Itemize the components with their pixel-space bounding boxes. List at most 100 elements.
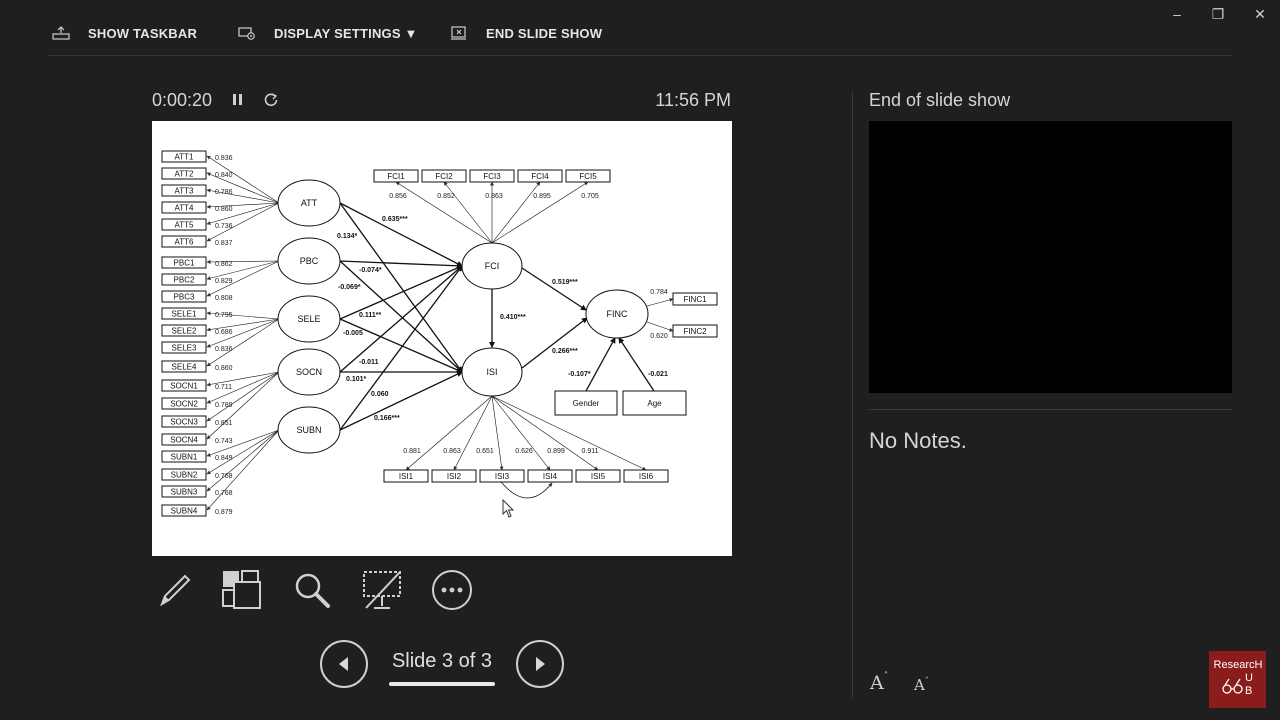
loading-value: 0.860 [215, 365, 233, 372]
show-taskbar-label: SHOW TASKBAR [88, 25, 198, 41]
end-slide-show-label: END SLIDE SHOW [486, 25, 603, 41]
fci-loading-value: 0.705 [581, 193, 599, 200]
isi-loading-value: 0.651 [476, 448, 494, 455]
coef-pbc-isi: -0.069* [338, 284, 361, 291]
elapsed-timer: 0:00:20 [152, 90, 212, 111]
elapsed-time: 0:00:20 [152, 90, 213, 110]
loading-value: 0.768 [215, 473, 233, 480]
loading-value: 0.851 [215, 420, 233, 427]
toolbar-divider [48, 55, 1232, 56]
construct-sele-label: SELE [297, 314, 320, 324]
construct-socn-label: SOCN [296, 367, 322, 377]
construct-fci-label: FCI [485, 261, 500, 271]
see-all-slides-button[interactable] [220, 568, 264, 612]
fci-loading-value: 0.895 [533, 193, 551, 200]
construct-pbc-label: PBC [300, 256, 319, 266]
indicator-att1-label: ATT1 [175, 153, 195, 162]
loading-value: 0.789 [215, 402, 233, 409]
notes-divider [869, 409, 1232, 410]
indicator-sele4-label: SELE4 [172, 363, 197, 372]
construct-finc-label: FINC [607, 309, 628, 319]
researchhub-logo: ResearcH U B [1209, 651, 1266, 708]
restart-icon [264, 93, 278, 107]
slide-counter-underline [389, 682, 495, 686]
loading-value: 0.736 [215, 223, 233, 230]
next-slide-preview[interactable] [869, 121, 1232, 393]
indicator-subn1-label: SUBN1 [171, 453, 198, 462]
taskbar-icon [52, 26, 70, 40]
increase-font-button[interactable]: A˄ [870, 672, 888, 694]
coef-pbc-fci: -0.074* [359, 267, 382, 274]
finc-loading-value: 0.620 [650, 333, 668, 340]
minimize-button[interactable]: – [1164, 4, 1190, 24]
loading-value: 0.862 [215, 261, 233, 268]
fci-loading-value: 0.856 [389, 193, 407, 200]
pen-tool-button[interactable] [152, 568, 196, 612]
triangle-right-icon [536, 657, 545, 671]
decrease-font-button[interactable]: A˅ [914, 676, 929, 694]
finc-loading-value: 0.784 [650, 289, 668, 296]
end-slide-show-button[interactable]: END SLIDE SHOW [450, 20, 602, 46]
indicator-sele1-label: SELE1 [172, 310, 197, 319]
coef-fci-isi: 0.410*** [500, 314, 526, 321]
fci-loading-line [443, 181, 493, 244]
indicator-isi3-label: ISI3 [495, 472, 510, 481]
indicator-subn4-label: SUBN4 [171, 507, 198, 516]
isi-loading-value: 0.626 [515, 448, 533, 455]
construct-subn-label: SUBN [296, 425, 321, 435]
indicator-fci1-label: FCI1 [387, 172, 405, 181]
control-gender-label: Gender [573, 399, 600, 408]
path-pbc-fci [339, 260, 463, 269]
indicator-att5-label: ATT5 [175, 221, 195, 230]
indicator-isi1-label: ISI1 [399, 472, 414, 481]
coef-subn-isi: 0.166*** [374, 415, 400, 422]
loading-value: 0.849 [215, 455, 233, 462]
display-settings-label: DISPLAY SETTINGS ▼ [274, 25, 418, 41]
black-screen-button[interactable] [360, 568, 404, 612]
zoom-button[interactable] [290, 568, 334, 612]
coef-gender-finc: -0.107* [568, 371, 591, 378]
coef-fci-finc: 0.519*** [552, 279, 578, 286]
loading-value: 0.837 [215, 240, 233, 247]
indicator-subn2-label: SUBN2 [171, 471, 198, 480]
mouse-cursor-icon [502, 499, 515, 518]
construct-att-label: ATT [301, 198, 318, 208]
indicator-fci2-label: FCI2 [435, 172, 453, 181]
indicator-isi2-label: ISI2 [447, 472, 462, 481]
pen-icon [160, 574, 191, 607]
indicator-fci3-label: FCI3 [483, 172, 501, 181]
next-slide-button[interactable] [516, 640, 564, 688]
decrease-font-label: A [914, 676, 925, 694]
show-taskbar-button[interactable]: SHOW TASKBAR [52, 20, 197, 46]
loading-value: 0.768 [215, 490, 233, 497]
isi-loading-value: 0.881 [403, 448, 421, 455]
restart-timer-button[interactable] [262, 90, 280, 110]
indicator-pbc2-label: PBC2 [174, 276, 195, 285]
indicator-subn3-label: SUBN3 [171, 488, 198, 497]
indicator-pbc3-label: PBC3 [174, 293, 195, 302]
indicator-att4-label: ATT4 [175, 204, 195, 213]
logo-text-line3: B [1245, 685, 1253, 697]
indicator-socn4-label: SOCN4 [170, 436, 198, 445]
display-settings-button[interactable]: DISPLAY SETTINGS ▼ [238, 20, 418, 46]
isi3-isi4-covariance [498, 479, 553, 499]
glasses-icon [1222, 678, 1243, 694]
indicator-socn1-label: SOCN1 [170, 382, 198, 391]
pause-timer-button[interactable] [229, 90, 247, 110]
close-button[interactable]: ✕ [1247, 4, 1273, 24]
sem-path-diagram: ATT1 0.836 ATT2 0.840 ATT3 0.786 ATT4 0.860 ATT5… [161, 150, 718, 517]
more-options-button[interactable] [430, 568, 474, 612]
restore-button[interactable]: ❐ [1205, 4, 1231, 24]
construct-isi-label: ISI [486, 367, 497, 377]
magnifier-icon [295, 573, 330, 608]
slide-counter[interactable]: Slide 3 of 3 [389, 650, 495, 673]
end-show-icon [451, 26, 466, 40]
logo-text-line1: ResearcH [1213, 659, 1263, 671]
indicator-att6-label: ATT6 [175, 238, 195, 247]
loading-value: 0.829 [215, 278, 233, 285]
indicator-isi6-label: ISI6 [639, 472, 654, 481]
isi-loading-line [453, 395, 493, 471]
previous-slide-button[interactable] [320, 640, 368, 688]
current-slide[interactable]: ATT1 0.836 ATT2 0.840 ATT3 0.786 ATT4 0.860 ATT5… [152, 121, 732, 556]
path-fci-finc [521, 267, 587, 311]
